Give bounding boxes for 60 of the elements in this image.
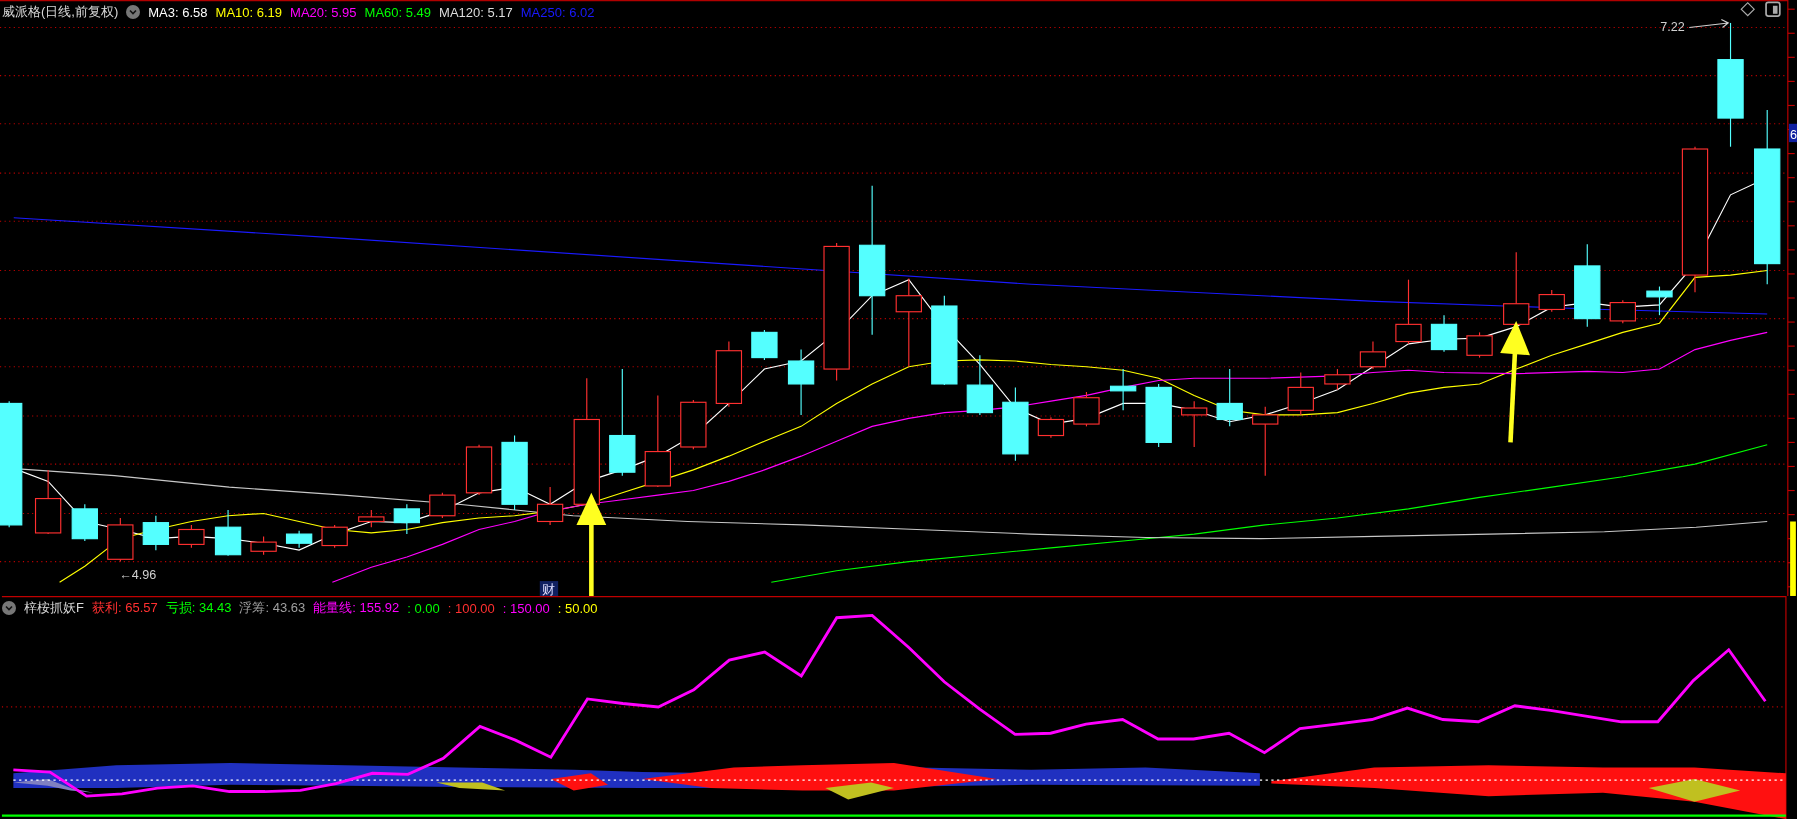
price-tag: 6	[1789, 123, 1797, 143]
indicator-value: : 50.00	[557, 600, 598, 616]
candlestick	[285, 530, 313, 549]
candlestick	[1609, 299, 1636, 324]
indicator-value: MA60: 5.49	[364, 4, 432, 20]
leader-arrow	[1688, 18, 1730, 29]
candlestick	[358, 509, 385, 528]
indicator-value: MA120: 5.17	[439, 4, 513, 20]
price-label: 7.22	[1660, 19, 1685, 34]
candlestick	[465, 444, 493, 496]
candlestick	[1287, 371, 1314, 416]
indicator-value: MA3: 6.58	[148, 4, 208, 20]
chart-title: 威派格(日线,前复权)	[2, 3, 119, 21]
candlestick	[751, 329, 778, 361]
candlestick	[429, 492, 456, 519]
candlestick	[1037, 416, 1065, 439]
candlestick	[680, 399, 707, 450]
candlestick	[1252, 406, 1279, 477]
candlestick	[966, 354, 994, 416]
indicator-value: : 0.00	[407, 600, 440, 616]
candlestick	[1646, 285, 1673, 316]
dropdown-icon[interactable]	[2, 601, 16, 615]
diamond-icon	[1740, 1, 1755, 17]
candlestick	[715, 340, 743, 408]
indicator-value: 能量线: 155.92	[313, 599, 400, 617]
candlestick	[1109, 368, 1137, 411]
candlestick	[34, 469, 62, 535]
indicator-value: 浮筹: 43.63	[239, 599, 306, 617]
finance-marker: 财	[539, 581, 559, 596]
candlestick	[1324, 368, 1351, 391]
indicator-value: MA250: 6.02	[520, 4, 595, 20]
candlestick	[107, 517, 134, 563]
candlestick	[1145, 383, 1172, 448]
indicator-value: MA20: 5.95	[290, 4, 357, 20]
candlestick	[1216, 368, 1243, 427]
candlestick	[71, 503, 98, 542]
indicator-value: : 100.00	[447, 600, 495, 616]
indicator-value: 亏损: 34.43	[165, 599, 232, 617]
indicator-value: 获利: 65.57	[91, 599, 158, 617]
candlestick	[178, 524, 205, 549]
candlestick	[787, 349, 815, 416]
candlestick	[142, 515, 170, 551]
candlestick	[1430, 314, 1458, 353]
candlestick	[321, 524, 348, 549]
price-label: ←4.96	[119, 567, 157, 582]
candlestick	[393, 503, 421, 535]
candlestick	[1466, 331, 1493, 359]
candlestick	[250, 535, 277, 556]
indicator-value: MA10: 6.19	[215, 4, 283, 20]
candlestick	[536, 486, 564, 526]
candlestick	[1538, 289, 1565, 313]
panel-toggle-icon[interactable]	[1765, 1, 1781, 17]
dropdown-icon[interactable]	[126, 5, 141, 19]
indicator-title: 梓桉抓妖F	[24, 599, 84, 617]
candlestick	[1181, 400, 1208, 448]
candlestick	[1073, 391, 1100, 427]
candlestick	[214, 509, 242, 557]
indicator-value: : 150.00	[502, 600, 550, 616]
candlestick	[1395, 279, 1422, 345]
candlestick	[1359, 340, 1387, 370]
